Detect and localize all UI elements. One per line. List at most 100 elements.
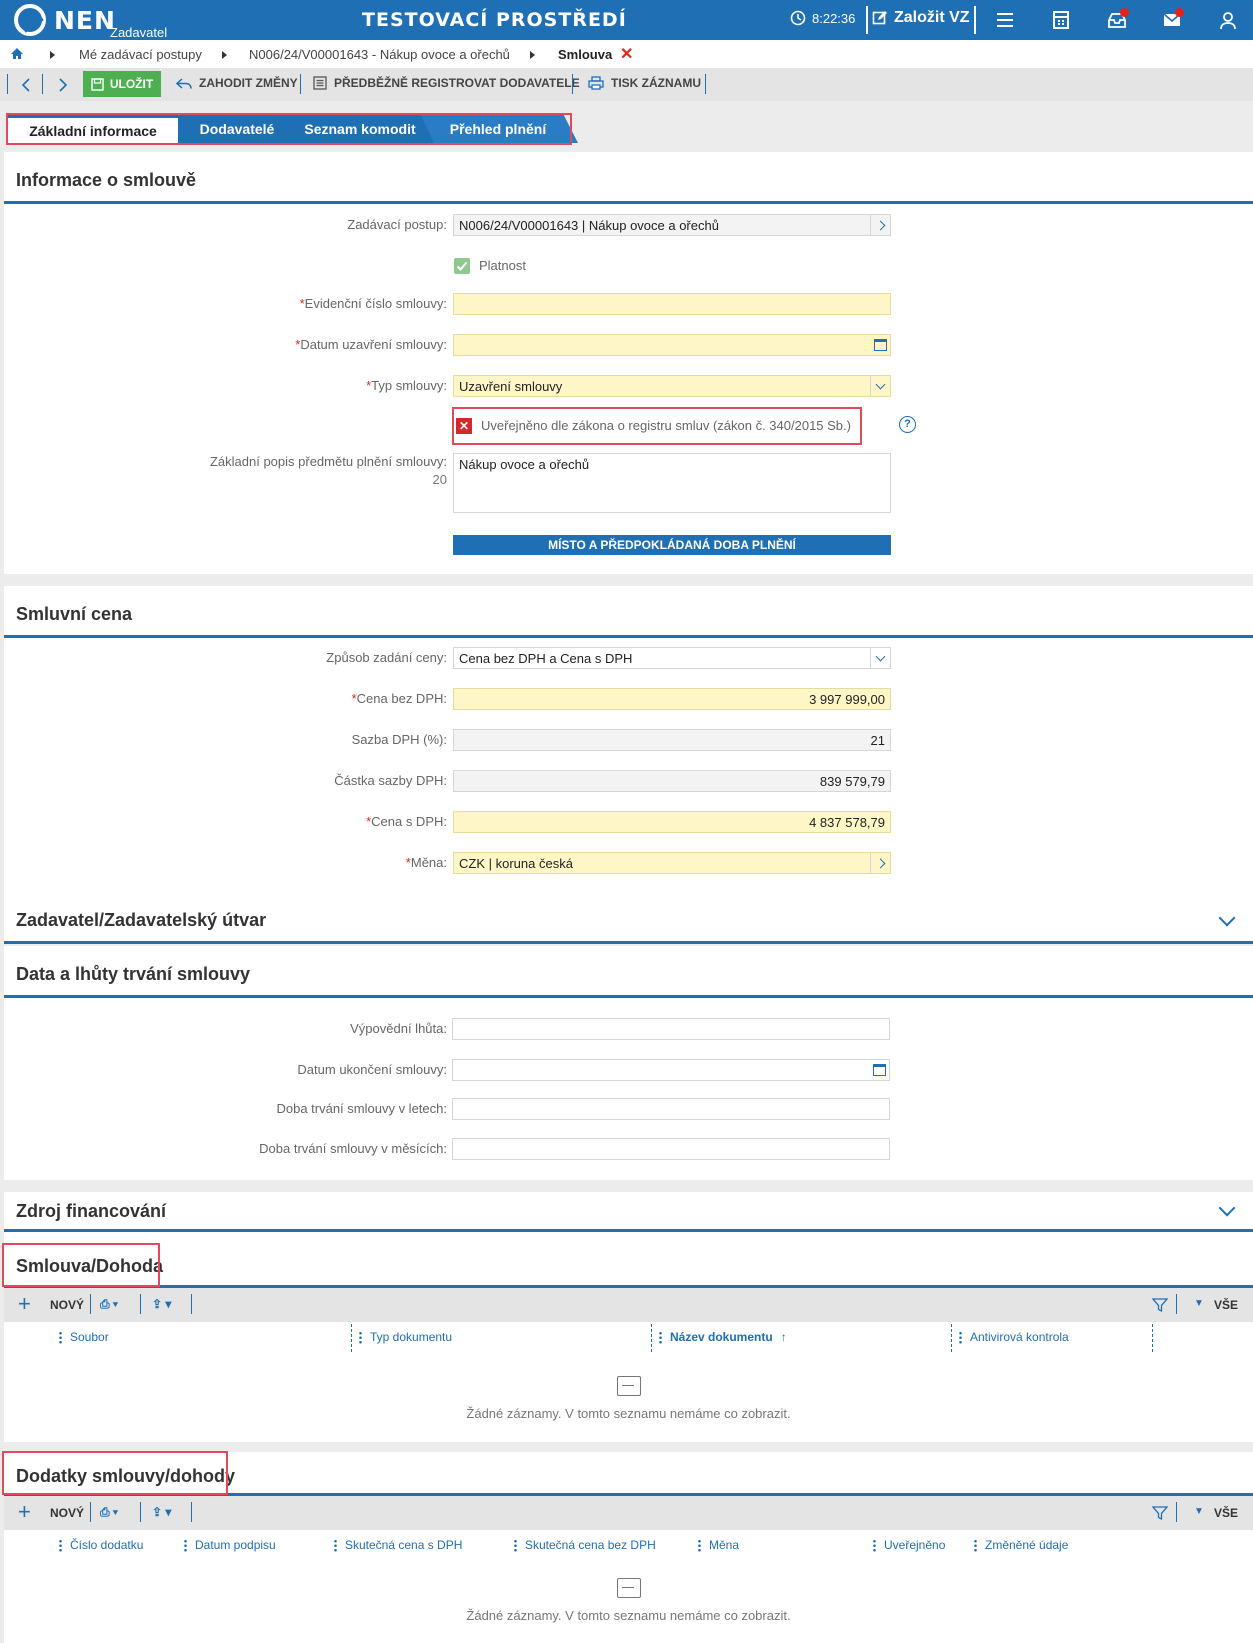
section-title: Smluvní cena: [16, 604, 133, 624]
filter-icon[interactable]: [1152, 1297, 1168, 1313]
description-textarea[interactable]: Nákup ovoce a ořechů: [453, 453, 891, 513]
section-header[interactable]: Zadavatel/Zadavatelský útvar: [4, 892, 1253, 944]
divider: [140, 1294, 141, 1314]
print-menu-icon[interactable]: ⎙ ▾: [100, 1297, 118, 1312]
end-date-input[interactable]: [452, 1059, 890, 1081]
logo-text[interactable]: NEN: [54, 6, 116, 35]
label-text: Typ smlouvy:: [371, 378, 447, 393]
filter-icon[interactable]: [1152, 1505, 1168, 1521]
column-signature-date[interactable]: Datum podpisu: [184, 1538, 276, 1552]
chevron-down-icon[interactable]: [870, 376, 890, 396]
breadcrumb-item-current: Smlouva: [558, 47, 613, 62]
price-method-label: Způsob zadání ceny:: [326, 650, 447, 665]
print-record-button[interactable]: TISK ZÁZNAMU: [588, 76, 701, 90]
contract-grid-toolbar: + NOVÝ ⎙ ▾ ⇪ ▾ ▼ VŠE: [4, 1288, 1253, 1322]
print-menu-icon[interactable]: ⎙ ▾: [100, 1505, 118, 1520]
add-icon[interactable]: +: [18, 1501, 31, 1523]
duration-years-input[interactable]: [452, 1098, 890, 1120]
back-arrow-icon[interactable]: [21, 78, 31, 92]
column-published[interactable]: Uveřejněno: [873, 1538, 945, 1552]
currency-label: *Měna:: [405, 855, 447, 870]
label-text: Evidenční číslo smlouvy:: [304, 296, 447, 311]
new-button[interactable]: NOVÝ: [50, 1298, 84, 1312]
net-price-input[interactable]: 3 997 999,00: [453, 688, 891, 710]
column-document-name[interactable]: Název dokumentu ↑: [659, 1330, 787, 1344]
conclusion-date-label: *Datum uzavření smlouvy:: [295, 337, 447, 352]
currency-field[interactable]: CZK | koruna česká: [453, 852, 891, 874]
section-header[interactable]: Zdroj financování: [4, 1192, 1253, 1232]
forward-arrow-icon[interactable]: [58, 78, 68, 92]
published-checkbox[interactable]: ✕: [456, 418, 472, 434]
contract-type-label: *Typ smlouvy:: [366, 378, 447, 393]
column-changed-data[interactable]: Změněné údaje: [974, 1538, 1068, 1552]
contract-number-input[interactable]: [453, 293, 891, 315]
duration-months-input[interactable]: [452, 1138, 890, 1160]
breadcrumb: Mé zadávací postupy N006/24/V00001643 - …: [0, 40, 1253, 68]
all-records-toggle[interactable]: VŠE: [1214, 1298, 1238, 1312]
nen-logo-icon[interactable]: [14, 4, 46, 36]
sort-asc-icon: ↑: [780, 1330, 787, 1344]
highlight-box: [6, 113, 572, 145]
document-list-icon: [313, 76, 327, 90]
breadcrumb-item-procedures[interactable]: Mé zadávací postupy: [79, 47, 202, 62]
duration-months-label: Doba trvání smlouvy v měsících:: [259, 1141, 447, 1156]
logo-subtitle: Zadavatel: [110, 25, 168, 40]
chevron-down-icon[interactable]: [870, 648, 890, 668]
gross-price-input[interactable]: 4 837 578,79: [453, 811, 891, 833]
chevron-down-icon[interactable]: [1218, 909, 1236, 927]
divider: [140, 1502, 141, 1522]
divider: [974, 6, 976, 34]
chevron-down-icon[interactable]: ▼: [1194, 1506, 1204, 1517]
calculator-icon[interactable]: [1050, 10, 1072, 30]
new-button[interactable]: NOVÝ: [50, 1506, 84, 1520]
procedure-field[interactable]: N006/24/V00001643 | Nákup ovoce a ořechů: [453, 214, 891, 236]
contracting-authority-section[interactable]: Zadavatel/Zadavatelský útvar: [4, 892, 1253, 944]
section-header: Data a lhůty trvání smlouvy: [4, 946, 1253, 998]
help-icon[interactable]: ?: [899, 416, 916, 433]
calendar-icon[interactable]: [870, 335, 890, 355]
open-detail-icon[interactable]: [870, 853, 890, 873]
conclusion-date-input[interactable]: [453, 334, 891, 356]
column-antivirus[interactable]: Antivirová kontrola: [959, 1330, 1069, 1344]
user-icon[interactable]: [1217, 10, 1239, 30]
contract-type-select[interactable]: Uzavření smlouvy: [453, 375, 891, 397]
column-price-without-vat[interactable]: Skutečná cena bez DPH: [514, 1538, 656, 1552]
all-records-toggle[interactable]: VŠE: [1214, 1506, 1238, 1520]
breadcrumb-separator: [222, 47, 227, 62]
preregister-supplier-button[interactable]: PŘEDBĚŽNĚ REGISTROVAT DODAVATELE: [313, 76, 580, 90]
end-date-label: Datum ukončení smlouvy:: [297, 1062, 447, 1077]
calendar-icon[interactable]: [869, 1060, 889, 1080]
menu-icon[interactable]: [994, 10, 1016, 30]
price-method-select[interactable]: Cena bez DPH a Cena s DPH: [453, 647, 891, 669]
export-menu-icon[interactable]: ⇪ ▾: [152, 1505, 171, 1519]
close-tab-icon[interactable]: ✕: [620, 44, 633, 64]
highlight-box: [2, 1451, 228, 1495]
discard-changes-button[interactable]: ZAHODIT ZMĚNY: [176, 76, 298, 90]
place-and-time-button[interactable]: MÍSTO A PŘEDPOKLÁDANÁ DOBA PLNĚNÍ: [453, 535, 891, 555]
chevron-down-icon[interactable]: ▼: [1194, 1298, 1204, 1309]
funding-source-section[interactable]: Zdroj financování: [4, 1180, 1253, 1232]
add-icon[interactable]: +: [18, 1293, 31, 1315]
divider: [351, 1324, 352, 1352]
divider: [1176, 1294, 1177, 1314]
top-bar: NEN Zadavatel TESTOVACÍ PROSTŘEDÍ 8:22:3…: [0, 0, 1253, 40]
open-detail-icon[interactable]: [870, 215, 890, 235]
column-amendment-number[interactable]: Číslo dodatku: [59, 1538, 143, 1552]
column-price-with-vat[interactable]: Skutečná cena s DPH: [334, 1538, 462, 1552]
column-file[interactable]: Soubor: [59, 1330, 109, 1344]
home-icon[interactable]: [10, 47, 24, 60]
validity-checkbox[interactable]: [454, 258, 470, 274]
label-text: Datum uzavření smlouvy:: [300, 337, 447, 352]
contract-grid-header: Soubor Typ dokumentu Název dokumentu ↑ An…: [4, 1322, 1253, 1352]
column-label: Antivirová kontrola: [970, 1330, 1069, 1344]
column-document-type[interactable]: Typ dokumentu: [359, 1330, 452, 1344]
save-button[interactable]: ULOŽIT: [83, 71, 161, 97]
contract-grid-empty-state: Žádné záznamy. V tomto seznamu nemáme co…: [4, 1352, 1253, 1442]
notice-period-input[interactable]: [452, 1018, 890, 1040]
breadcrumb-item-procedure[interactable]: N006/24/V00001643 - Nákup ovoce a ořechů: [249, 47, 510, 62]
create-label: Založit VZ: [894, 9, 970, 26]
column-currency[interactable]: Měna: [698, 1538, 739, 1552]
chevron-down-icon[interactable]: [1218, 1199, 1236, 1217]
export-menu-icon[interactable]: ⇪ ▾: [152, 1297, 171, 1311]
create-procurement-button[interactable]: Založit VZ: [872, 9, 970, 27]
